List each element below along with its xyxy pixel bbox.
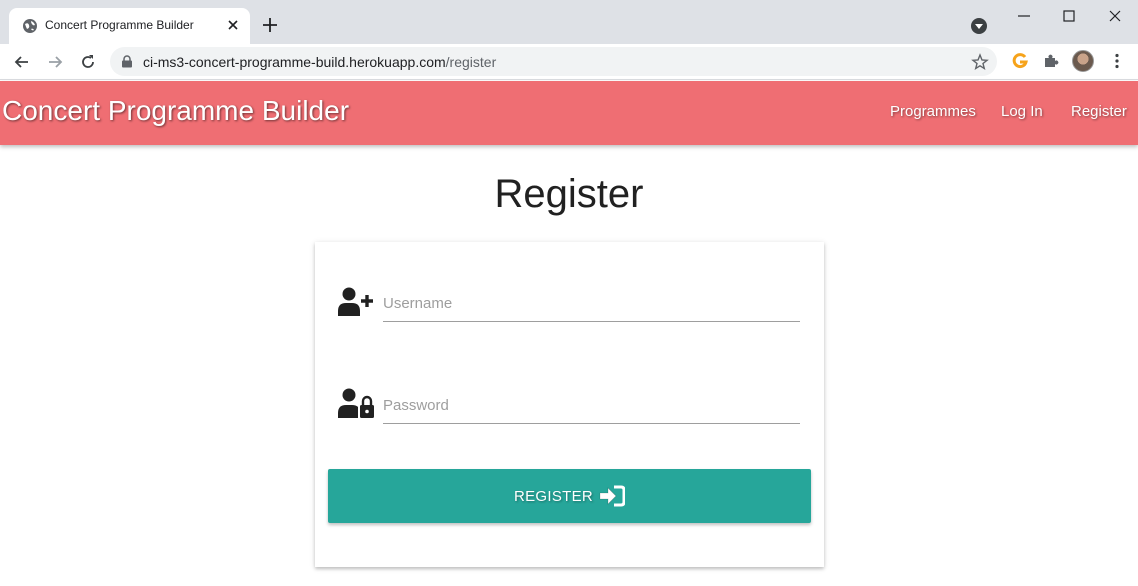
maximize-icon[interactable] <box>1061 8 1077 24</box>
close-icon[interactable] <box>225 17 241 33</box>
site-brand-logo[interactable]: Concert Programme Builder <box>2 95 349 127</box>
new-tab-icon[interactable] <box>261 16 279 34</box>
user-lock-icon <box>338 388 374 418</box>
password-input[interactable] <box>383 388 800 424</box>
browser-toolbar: ci-ms3-concert-programme-build.herokuapp… <box>0 44 1138 80</box>
browser-tab[interactable]: Concert Programme Builder <box>9 8 250 44</box>
sign-in-icon <box>599 485 626 507</box>
forward-arrow-icon[interactable] <box>45 52 65 72</box>
site-navbar: Concert Programme Builder Programmes Log… <box>0 81 1138 145</box>
window-close-icon[interactable] <box>1107 8 1123 24</box>
nav-link-log-in[interactable]: Log In <box>1001 103 1043 120</box>
extensions-puzzle-icon[interactable] <box>1042 52 1060 70</box>
browser-tabstrip: Concert Programme Builder <box>0 0 1138 44</box>
address-bar[interactable]: ci-ms3-concert-programme-build.herokuapp… <box>110 47 997 76</box>
minimize-icon[interactable] <box>1016 8 1032 24</box>
register-button[interactable]: REGISTER <box>328 469 811 523</box>
profile-avatar[interactable] <box>1072 50 1094 72</box>
globe-icon <box>23 19 37 33</box>
reload-icon[interactable] <box>78 52 98 72</box>
register-button-label: REGISTER <box>513 487 594 505</box>
back-arrow-icon[interactable] <box>12 52 32 72</box>
tab-title: Concert Programme Builder <box>45 18 194 32</box>
more-menu-icon[interactable] <box>1108 52 1126 70</box>
nav-link-programmes[interactable]: Programmes <box>890 103 976 120</box>
user-plus-icon <box>338 287 373 316</box>
register-form-card: REGISTER <box>315 242 824 567</box>
page-title: Register <box>494 172 644 216</box>
lock-icon[interactable] <box>121 55 133 68</box>
bookmark-star-icon[interactable] <box>971 53 989 71</box>
username-input[interactable] <box>383 286 800 322</box>
tab-search-icon[interactable] <box>970 17 988 35</box>
extension-g-icon[interactable] <box>1011 52 1029 70</box>
url-text[interactable]: ci-ms3-concert-programme-build.herokuapp… <box>143 54 496 70</box>
nav-link-register[interactable]: Register <box>1071 103 1127 120</box>
